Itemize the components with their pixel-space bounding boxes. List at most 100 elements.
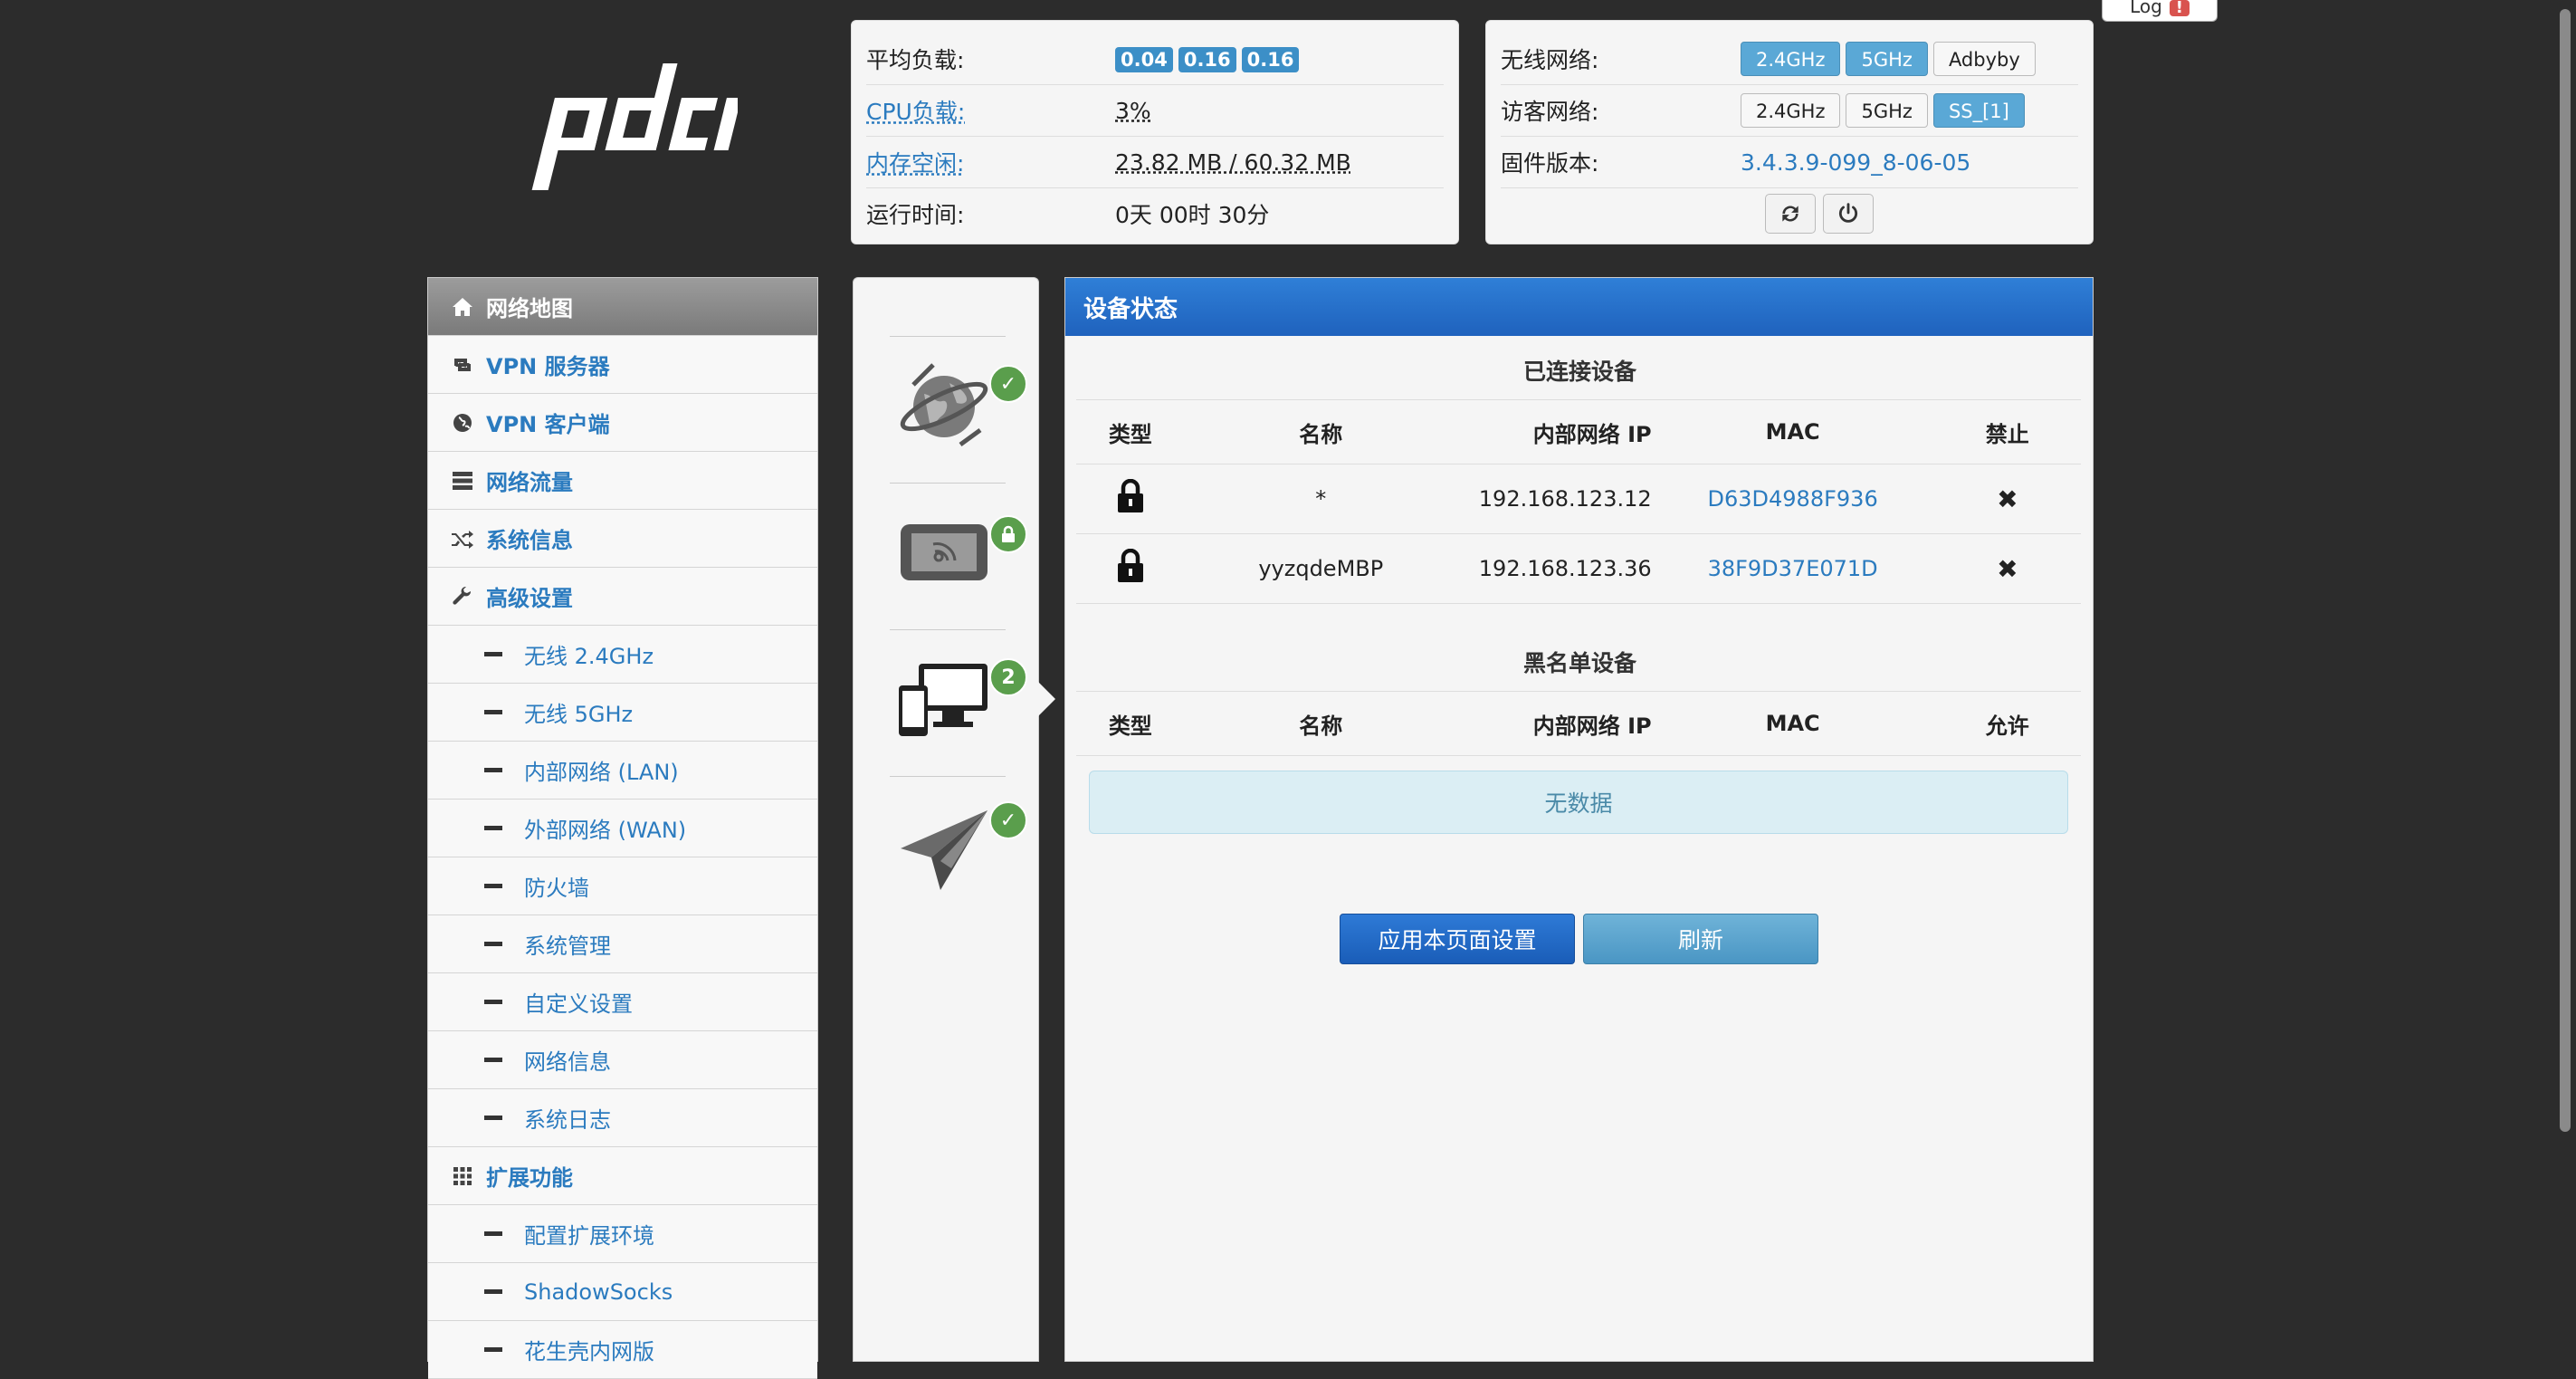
sidebar-sub-label: 内部网络 (LAN) [524,760,679,785]
no-data-message: 无数据 [1089,771,2068,834]
clients-status-button[interactable] [897,658,993,740]
dash-icon [484,1347,502,1352]
selected-pointer-arrow [1037,681,1055,717]
dash-icon [484,768,502,772]
icon-separator [890,629,1006,630]
cpu-load-link[interactable]: CPU负载: [866,94,1115,127]
device-mac-link[interactable]: 38F9D37E071D [1708,556,1878,581]
sidebar-sub-oray[interactable]: 花生壳内网版 [428,1321,817,1379]
device-mac-link[interactable]: D63D4988F936 [1708,486,1878,512]
sidebar-menu: 网络地图 VPN 服务器 VPN 客户端 网络流量 系统信息 高级设置 无线 2… [427,277,818,1379]
shutdown-button[interactable] [1823,194,1874,234]
load-5min-badge: 0.16 [1178,47,1236,72]
dash-icon [484,710,502,714]
ss-button[interactable]: SS_[1] [1932,93,2025,128]
dash-icon [484,1116,502,1120]
firmware-version-link[interactable]: 3.4.3.9-099_8-06-05 [1741,149,1970,176]
avg-load-values: 0.04 0.16 0.16 [1115,45,1304,72]
col-block: 禁止 [1933,399,2081,464]
refresh-button[interactable]: 刷新 [1583,914,1818,964]
tablet-wireless-icon [901,524,987,580]
guest-24ghz-button[interactable]: 2.4GHz [1741,93,1841,128]
guest-5ghz-button[interactable]: 5GHz [1846,93,1928,128]
uptime-label: 运行时间: [866,202,965,228]
sidebar-item-label: 高级设置 [486,586,573,611]
sidebar-sub-net-info[interactable]: 网络信息 [428,1031,817,1089]
sidebar-item-vpn-server[interactable]: VPN 服务器 [428,336,817,394]
table-row: * 192.168.123.12 D63D4988F936 ✖ [1076,464,2081,534]
sidebar-sub-admin[interactable]: 系统管理 [428,915,817,973]
sidebar-item-extensions[interactable]: 扩展功能 [428,1147,817,1205]
guest-label: 访客网络: [1501,99,1599,125]
avg-load-label: 平均负载: [866,47,965,73]
table-header-row: 类型 名称 内部网络 IP MAC 禁止 [1076,399,2081,464]
sidebar-sub-label: 花生壳内网版 [524,1339,654,1365]
sidebar-sub-label: 系统管理 [524,934,611,959]
lock-icon [1117,478,1143,512]
log-label: Log [2130,0,2162,17]
sidebar-item-label: 系统信息 [486,528,573,553]
log-tab[interactable]: Log ! [2102,0,2218,22]
memory-free-link[interactable]: 内存空闲: [866,146,1115,178]
dash-icon [484,1289,502,1294]
apply-settings-button[interactable]: 应用本页面设置 [1340,914,1575,964]
reboot-button[interactable] [1765,194,1816,234]
sidebar-sub-wireless-5ghz[interactable]: 无线 5GHz [428,684,817,742]
sidebar-item-system-info[interactable]: 系统信息 [428,510,817,568]
sidebar-sub-firewall[interactable]: 防火墙 [428,857,817,915]
cpu-load-row: CPU负载: 3% [866,85,1444,137]
icon-separator [890,336,1006,337]
globe-satellite-icon [900,363,988,447]
sidebar-sub-wireless-24ghz[interactable]: 无线 2.4GHz [428,626,817,684]
usb-status-button[interactable] [897,807,993,894]
blacklist-devices-title: 黑名单设备 [1522,650,1636,676]
col-name: 名称 [1184,399,1457,464]
sidebar-sub-label: 配置扩展环境 [524,1223,654,1249]
device-name: * [1184,464,1457,534]
connected-devices-table: 类型 名称 内部网络 IP MAC 禁止 * 192.168.123.12 D6… [1076,399,2081,604]
sidebar-sub-lan[interactable]: 内部网络 (LAN) [428,742,817,800]
sidebar-sub-ext-env[interactable]: 配置扩展环境 [428,1205,817,1263]
block-device-x-icon[interactable]: ✖ [1997,554,2018,584]
wireless-24ghz-button[interactable]: 2.4GHz [1741,42,1841,76]
col-name: 名称 [1184,691,1457,756]
wifi-lock-icon [989,515,1027,553]
sidebar-item-vpn-client[interactable]: VPN 客户端 [428,394,817,452]
sidebar-sub-custom[interactable]: 自定义设置 [428,973,817,1031]
sidebar-sub-label: 无线 5GHz [524,702,634,727]
sidebar-item-label: 网络流量 [486,470,573,495]
sidebar-sub-syslog[interactable]: 系统日志 [428,1089,817,1147]
grid-icon [448,1166,477,1186]
block-device-x-icon[interactable]: ✖ [1997,484,2018,514]
paper-plane-icon [901,810,987,890]
sidebar-sub-wan[interactable]: 外部网络 (WAN) [428,800,817,857]
sidebar-sub-label: 外部网络 (WAN) [524,818,687,843]
memory-row: 内存空闲: 23.82 MB / 60.32 MB [866,137,1444,188]
sidebar-item-label: 扩展功能 [486,1165,573,1191]
internet-status-button[interactable] [897,358,991,452]
sidebar-sub-shadowsocks[interactable]: ShadowSocks [428,1263,817,1321]
col-ip: 内部网络 IP [1456,399,1652,464]
adbyby-button[interactable]: Adbyby [1932,42,2036,76]
dash-icon [484,942,502,946]
sidebar-item-advanced[interactable]: 高级设置 [428,568,817,626]
sidebar-sub-label: 网络信息 [524,1049,611,1075]
dash-icon [484,1231,502,1236]
wifi-status-button[interactable] [899,515,989,588]
power-icon [1838,203,1858,223]
server-icon [448,471,477,491]
network-status-panel: 无线网络: 2.4GHz 5GHz Adbyby 访客网络: 2.4GHz 5G… [1485,20,2094,244]
sidebar-item-traffic[interactable]: 网络流量 [428,452,817,510]
table-row: yyzqdeMBP 192.168.123.36 38F9D37E071D ✖ [1076,533,2081,604]
table-header-row: 类型 名称 内部网络 IP MAC 允许 [1076,691,2081,756]
firmware-label: 固件版本: [1501,150,1599,177]
memory-free-value: 23.82 MB / 60.32 MB [1115,148,1351,176]
connected-devices-title: 已连接设备 [1522,359,1636,385]
device-type-cell [1076,533,1185,604]
sidebar-item-network-map[interactable]: 网络地图 [428,278,817,336]
scrollbar-thumb[interactable] [2560,9,2571,1132]
device-ip: 192.168.123.36 [1456,533,1652,604]
lock-icon [1117,548,1143,582]
system-status-panel: 平均负载: 0.04 0.16 0.16 CPU负载: 3% 内存空闲: 23.82… [851,20,1459,244]
wireless-5ghz-button[interactable]: 5GHz [1846,42,1928,76]
